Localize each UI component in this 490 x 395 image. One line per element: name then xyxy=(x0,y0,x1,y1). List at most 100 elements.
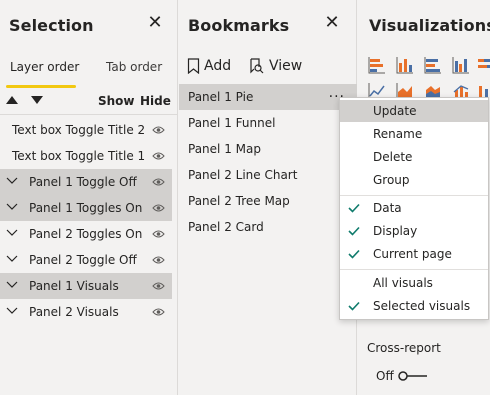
menu-item-label: Rename xyxy=(373,127,423,141)
layer-item[interactable]: Text box Toggle Title 1 xyxy=(0,143,172,169)
toggle-switch-icon[interactable] xyxy=(397,371,428,381)
selection-divider xyxy=(0,114,178,115)
menu-item-current-page[interactable]: Current page xyxy=(340,243,488,265)
chevron-down-icon[interactable] xyxy=(6,175,18,187)
menu-item-display[interactable]: Display xyxy=(340,220,488,242)
eye-icon[interactable] xyxy=(152,255,165,265)
view-bookmarks-label: View xyxy=(269,58,303,74)
bookmark-item-label: Panel 2 Card xyxy=(188,220,264,234)
toggle-state-label: Off xyxy=(376,369,394,383)
menu-item-label: Delete xyxy=(373,150,413,164)
layer-group[interactable]: Panel 2 Toggles On xyxy=(0,221,172,247)
bookmarks-pane: Bookmarks ✕ Add View Panel 1 Pie ··· Pan… xyxy=(179,0,357,395)
layer-group[interactable]: Panel 2 Visuals xyxy=(0,299,172,325)
menu-item-update[interactable]: Update xyxy=(340,100,488,122)
bookmark-context-menu: Update Rename Delete Group Data Display … xyxy=(339,97,489,320)
menu-item-selected-visuals[interactable]: Selected visuals xyxy=(340,295,488,317)
clustered-bar-chart-icon[interactable] xyxy=(424,56,442,74)
chevron-down-icon[interactable] xyxy=(6,227,18,239)
tab-tab-order[interactable]: Tab order xyxy=(106,60,162,74)
stacked-bar-chart-icon[interactable] xyxy=(368,56,386,74)
layer-group[interactable]: Panel 1 Toggles On xyxy=(0,195,172,221)
show-all-button[interactable]: Show xyxy=(98,94,135,108)
layer-group[interactable]: Panel 1 Toggle Off xyxy=(0,169,172,195)
move-up-icon[interactable] xyxy=(6,96,18,104)
layer-item-label: Panel 2 Toggle Off xyxy=(29,253,137,267)
bookmark-item[interactable]: Panel 2 Card xyxy=(179,214,357,240)
layer-item-label: Panel 1 Visuals xyxy=(29,279,119,293)
selection-pane: Selection ✕ Layer order Tab order Show H… xyxy=(0,0,178,395)
cross-report-label: Cross-report xyxy=(367,341,441,355)
menu-item-delete[interactable]: Delete xyxy=(340,146,488,168)
bookmark-item-label: Panel 1 Map xyxy=(188,142,261,156)
layer-item-label: Panel 1 Toggle Off xyxy=(29,175,137,189)
bookmark-item[interactable]: Panel 1 Funnel xyxy=(179,110,357,136)
layer-group[interactable]: Panel 1 Visuals xyxy=(0,273,172,299)
bookmark-item-label: Panel 1 Funnel xyxy=(188,116,276,130)
bookmarks-toolbar: Add View xyxy=(179,58,357,80)
layer-item[interactable]: Text box Toggle Title 2 xyxy=(0,117,172,143)
view-bookmarks-button[interactable]: View xyxy=(249,58,302,74)
layer-item-label: Panel 2 Toggles On xyxy=(29,227,143,241)
layer-order-controls: Show Hide xyxy=(0,92,178,110)
clustered-column-chart-icon[interactable] xyxy=(452,56,470,74)
chevron-down-icon[interactable] xyxy=(6,305,18,317)
selection-pane-title: Selection xyxy=(9,16,94,35)
bookmark-item-label: Panel 2 Line Chart xyxy=(188,168,298,182)
menu-item-rename[interactable]: Rename xyxy=(340,123,488,145)
stacked-bar-100-chart-icon[interactable] xyxy=(476,56,490,74)
eye-icon[interactable] xyxy=(152,125,165,135)
bookmark-item[interactable]: Panel 2 Tree Map xyxy=(179,188,357,214)
layer-item-label: Panel 2 Visuals xyxy=(29,305,119,319)
layer-list: Text box Toggle Title 2 Text box Toggle … xyxy=(0,117,172,325)
checkmark-icon xyxy=(348,226,360,236)
add-bookmark-label: Add xyxy=(204,58,232,74)
chevron-down-icon[interactable] xyxy=(6,201,18,213)
bookmark-item[interactable]: Panel 1 Map xyxy=(179,136,357,162)
eye-icon[interactable] xyxy=(152,307,165,317)
menu-separator xyxy=(340,195,488,196)
selection-close-icon[interactable]: ✕ xyxy=(146,14,164,32)
bookmark-item[interactable]: Panel 1 Pie ··· xyxy=(179,84,357,110)
bookmark-icon xyxy=(187,58,200,74)
bookmark-list: Panel 1 Pie ··· Panel 1 Funnel Panel 1 M… xyxy=(179,84,357,240)
move-down-icon[interactable] xyxy=(31,96,43,104)
tab-active-underline xyxy=(6,85,76,88)
menu-item-label: Current page xyxy=(373,247,452,261)
menu-item-label: Data xyxy=(373,201,402,215)
menu-item-group[interactable]: Group xyxy=(340,169,488,191)
menu-item-label: Update xyxy=(373,104,417,118)
bookmark-item-label: Panel 1 Pie xyxy=(188,90,254,104)
visualizations-pane-title: Visualizations xyxy=(369,16,490,35)
layer-item-label: Text box Toggle Title 1 xyxy=(12,149,146,163)
cross-report-toggle[interactable]: Off xyxy=(376,369,428,383)
chevron-down-icon[interactable] xyxy=(6,279,18,291)
menu-item-data[interactable]: Data xyxy=(340,197,488,219)
eye-icon[interactable] xyxy=(152,229,165,239)
menu-item-label: Display xyxy=(373,224,418,238)
menu-item-all-visuals[interactable]: All visuals xyxy=(340,272,488,294)
layer-item-label: Panel 1 Toggles On xyxy=(29,201,143,215)
stacked-column-chart-icon[interactable] xyxy=(396,56,414,74)
menu-item-label: Selected visuals xyxy=(373,299,471,313)
eye-icon[interactable] xyxy=(152,281,165,291)
checkmark-icon xyxy=(348,249,360,259)
view-icon xyxy=(250,58,264,74)
chevron-down-icon[interactable] xyxy=(6,253,18,265)
menu-item-label: Group xyxy=(373,173,410,187)
checkmark-icon xyxy=(348,301,360,311)
eye-icon[interactable] xyxy=(152,177,165,187)
add-bookmark-button[interactable]: Add xyxy=(187,58,231,74)
layer-item-label: Text box Toggle Title 2 xyxy=(12,123,146,137)
tab-layer-order[interactable]: Layer order xyxy=(10,60,79,74)
checkmark-icon xyxy=(348,203,360,213)
bookmarks-pane-title: Bookmarks xyxy=(188,16,290,35)
eye-icon[interactable] xyxy=(152,151,165,161)
layer-group[interactable]: Panel 2 Toggle Off xyxy=(0,247,172,273)
hide-all-button[interactable]: Hide xyxy=(140,94,171,108)
bookmark-item[interactable]: Panel 2 Line Chart xyxy=(179,162,357,188)
menu-item-label: All visuals xyxy=(373,276,433,290)
bookmark-item-label: Panel 2 Tree Map xyxy=(188,194,290,208)
eye-icon[interactable] xyxy=(152,203,165,213)
bookmarks-close-icon[interactable]: ✕ xyxy=(323,14,341,32)
